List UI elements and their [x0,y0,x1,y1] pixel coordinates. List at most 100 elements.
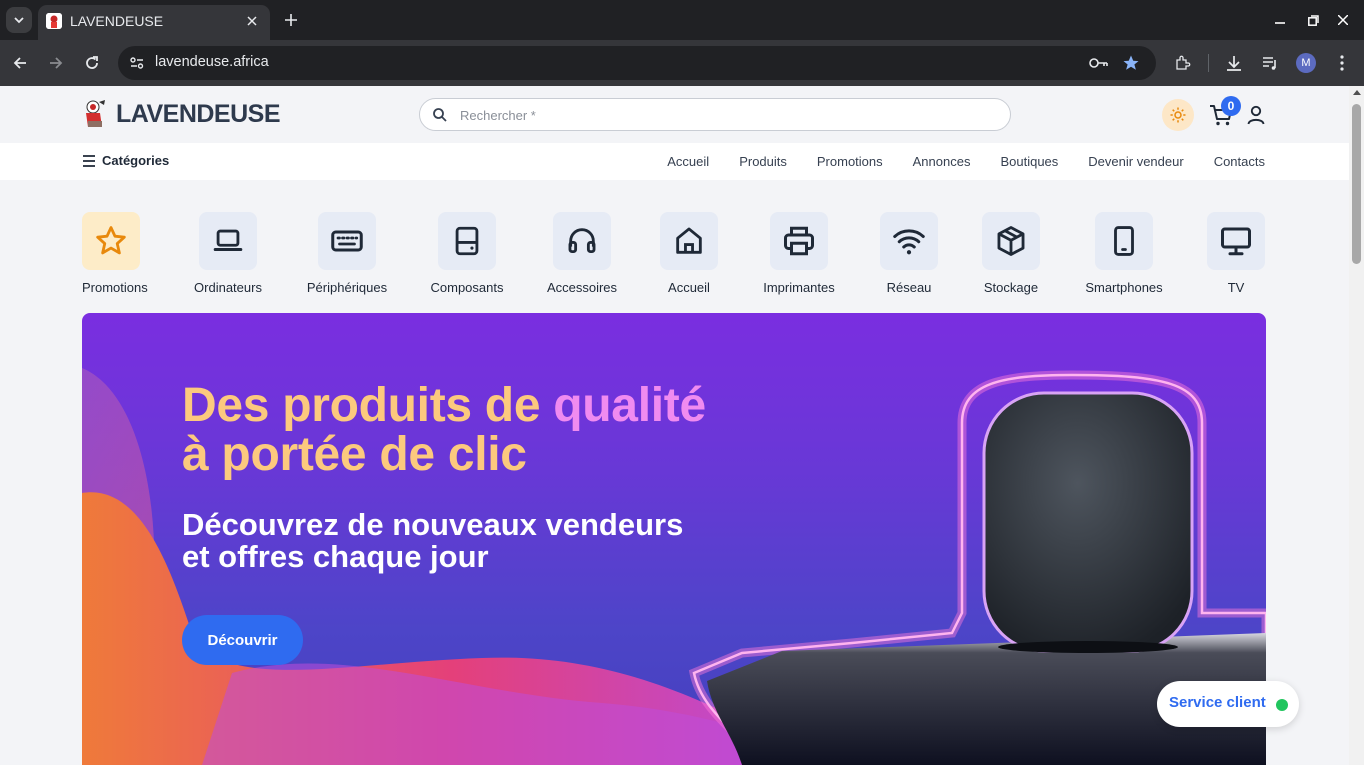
keyboard-icon [331,230,363,252]
hero-title-line2: à portée de clic [182,428,527,481]
page-viewport: LAVENDEUSE 0 Catégories [0,86,1349,765]
discover-button[interactable]: Découvrir [182,615,303,665]
category-label: TV [1227,280,1245,295]
nav-link-annonces[interactable]: Annonces [913,154,971,169]
category-label: Réseau [886,280,932,295]
main-navbar: Catégories Accueil Produits Promotions A… [0,143,1349,180]
category-label: Périphériques [306,280,388,295]
hero-title-highlight: qualité [553,379,706,432]
tab-search-button[interactable] [6,7,32,33]
scroll-up-arrow-icon[interactable] [1353,90,1361,95]
category-icon-box [1207,212,1265,270]
key-icon[interactable] [1089,53,1109,73]
hero-subtitle-line2: et offres chaque jour [182,539,489,574]
site-favicon-icon [46,13,62,29]
category-label: Accessoires [546,280,618,295]
search-bar[interactable] [419,98,1011,131]
hero-banner: Des produits de qualité à portée de clic… [82,313,1266,765]
profile-avatar[interactable]: M [1296,53,1316,73]
site-logo[interactable]: LAVENDEUSE [82,99,281,129]
back-arrow-icon[interactable] [8,51,32,75]
category-tv[interactable]: TV [1207,212,1265,295]
user-icon[interactable] [1245,104,1267,126]
hamburger-menu-icon [83,154,95,167]
hero-subtitle-line1: Découvrez de nouveaux vendeurs [182,507,684,542]
bookmark-star-icon[interactable] [1121,53,1141,73]
category-icon-box [1095,212,1153,270]
minimize-icon[interactable] [1270,10,1290,30]
reload-icon[interactable] [80,51,104,75]
category-icon-box [982,212,1040,270]
online-status-dot [1276,699,1288,711]
extensions-icon[interactable] [1172,52,1194,74]
url-text: lavendeuse.africa [155,54,269,70]
nav-link-produits[interactable]: Produits [739,154,787,169]
category-reseau[interactable]: Réseau [876,212,942,295]
category-label: Stockage [983,280,1039,295]
hard-drive-icon [455,226,479,256]
headphones-icon [568,228,596,254]
search-input[interactable] [460,103,990,127]
chevron-down-icon [14,17,24,24]
printer-icon [784,226,814,256]
close-window-icon[interactable] [1333,10,1353,30]
category-label: Composants [430,280,504,295]
sun-icon [1170,107,1186,123]
restore-icon[interactable] [1303,10,1323,30]
categories-menu-button[interactable]: Catégories [82,153,169,168]
category-accueil[interactable]: Accueil [656,212,722,295]
category-icon-box [880,212,938,270]
browser-tab[interactable]: LAVENDEUSE [38,5,270,40]
forward-arrow-icon[interactable] [44,51,68,75]
monitor-icon [1221,227,1251,256]
nav-link-boutiques[interactable]: Boutiques [1000,154,1058,169]
nav-link-devenir-vendeur[interactable]: Devenir vendeur [1088,154,1183,169]
close-tab-icon[interactable] [242,11,262,31]
category-label: Imprimantes [763,280,835,295]
category-label: Smartphones [1085,280,1163,295]
wifi-icon [893,229,925,255]
category-icon-box [770,212,828,270]
category-composants[interactable]: Composants [424,212,510,295]
category-ordinateurs[interactable]: Ordinateurs [188,212,268,295]
tab-title: LAVENDEUSE [70,13,164,29]
category-accessoires[interactable]: Accessoires [544,212,620,295]
nav-link-contacts[interactable]: Contacts [1214,154,1265,169]
hero-subtitle: Découvrez de nouveaux vendeurs et offres… [182,509,683,573]
category-icon-box [553,212,611,270]
category-icon-box [82,212,140,270]
nav-link-accueil[interactable]: Accueil [667,154,709,169]
download-icon[interactable] [1223,52,1245,74]
theme-toggle-button[interactable] [1162,99,1194,131]
nav-links: Accueil Produits Promotions Annonces Bou… [637,154,1265,169]
hero-title: Des produits de qualité à portée de clic [182,381,706,479]
page-scrollbar[interactable] [1349,86,1364,765]
new-tab-icon[interactable] [280,9,302,31]
logo-text: LAVENDEUSE [116,99,281,128]
media-control-icon[interactable] [1259,52,1281,74]
category-promotions[interactable]: Promotions [82,212,148,295]
logo-mascot-icon [86,100,105,127]
category-peripheriques[interactable]: Périphériques [302,212,392,295]
categories-label: Catégories [102,153,170,168]
category-icon-box [438,212,496,270]
browser-toolbar: lavendeuse.africa M [0,40,1364,86]
customer-service-widget[interactable]: Service client [1157,681,1299,727]
home-icon [676,227,702,254]
box-icon [997,226,1025,256]
category-label: Promotions [82,280,148,295]
scroll-thumb[interactable] [1352,104,1361,264]
site-settings-icon[interactable] [126,52,148,74]
laptop-icon [213,229,243,252]
category-smartphones[interactable]: Smartphones [1080,212,1168,295]
nav-link-promotions[interactable]: Promotions [817,154,883,169]
category-imprimantes[interactable]: Imprimantes [758,212,840,295]
search-icon[interactable] [432,107,448,123]
category-stockage[interactable]: Stockage [978,212,1044,295]
site-header: LAVENDEUSE 0 [0,86,1349,143]
address-bar[interactable]: lavendeuse.africa [118,46,1156,80]
star-icon [96,226,126,255]
category-icon-box [318,212,376,270]
more-menu-icon[interactable] [1331,52,1353,74]
hero-title-part1: Des produits de [182,379,554,432]
